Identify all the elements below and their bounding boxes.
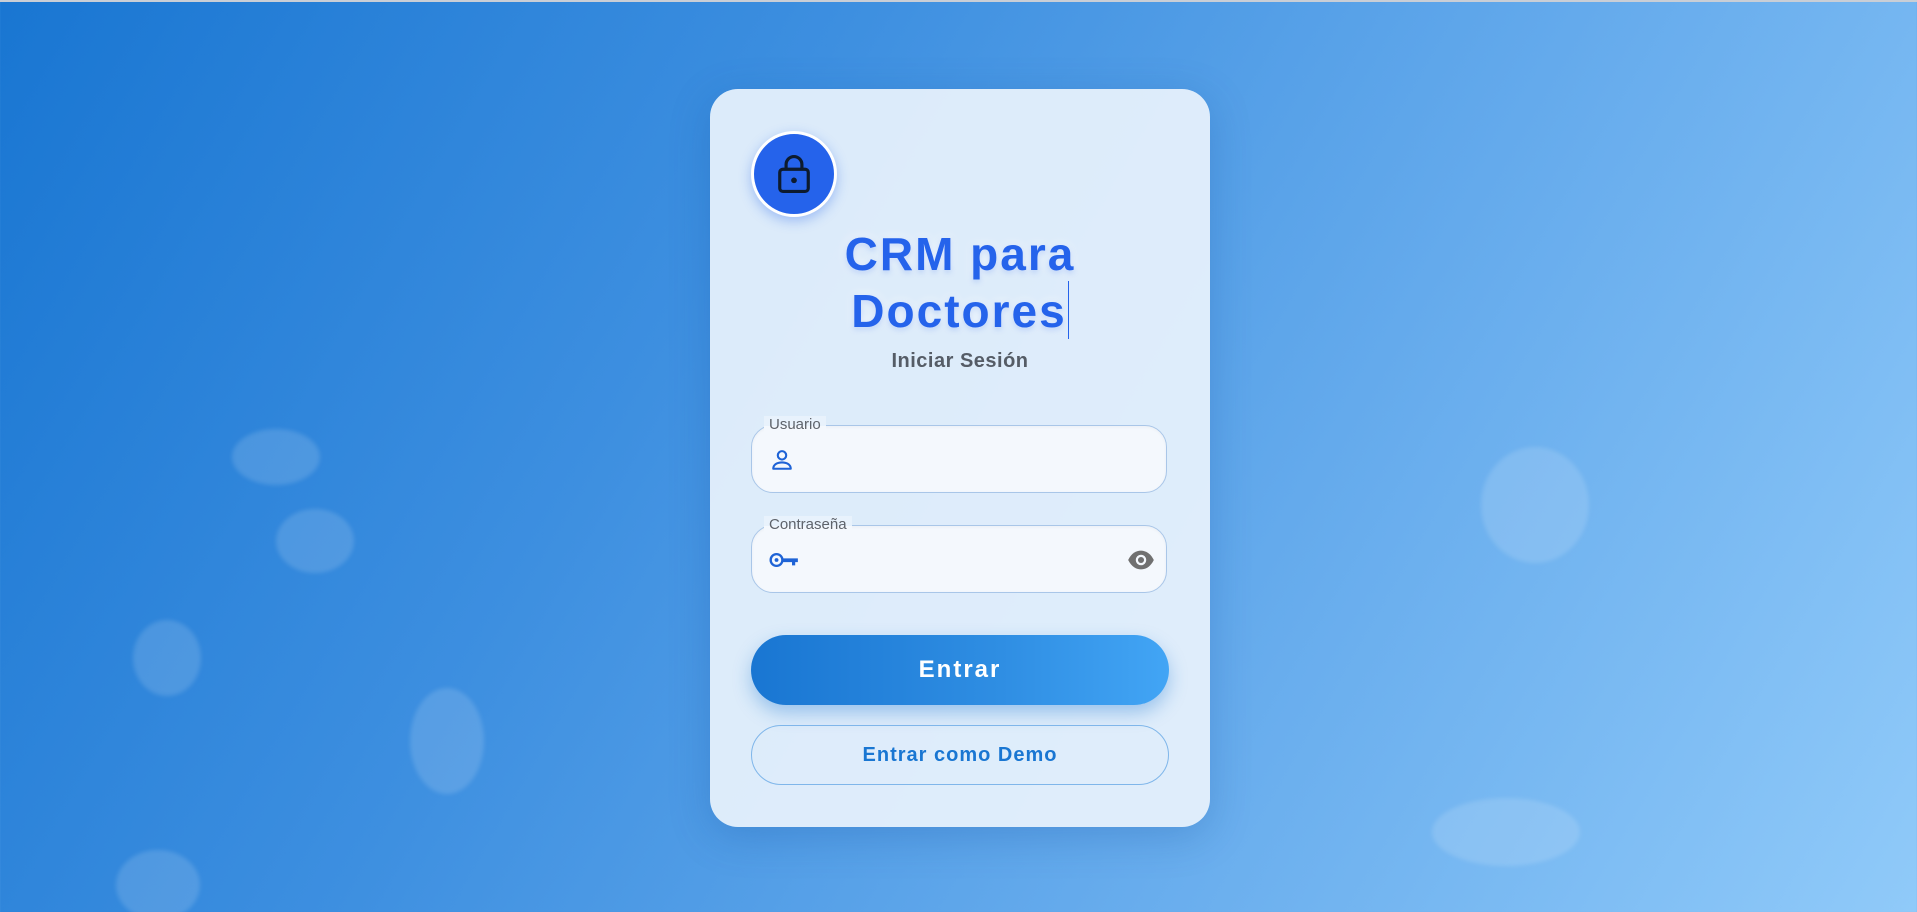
app-title: CRM para Doctores [710, 227, 1210, 339]
password-label: Contraseña [764, 516, 852, 534]
password-field[interactable]: Contraseña [751, 516, 1167, 593]
background-bubble [410, 688, 484, 794]
password-input[interactable] [810, 540, 1104, 582]
page-subtitle: Iniciar Sesión [891, 350, 1029, 372]
username-input[interactable] [810, 440, 1104, 482]
login-button[interactable]: Entrar [751, 635, 1169, 705]
typing-caret [1067, 281, 1069, 339]
background-bubble [133, 620, 201, 696]
lock-avatar [751, 131, 837, 217]
username-label: Usuario [764, 416, 826, 434]
person-icon [772, 450, 792, 470]
background-bubble [1432, 798, 1580, 866]
login-card: CRM para Doctores Iniciar Sesión Usuario… [710, 89, 1210, 827]
username-field[interactable]: Usuario [751, 416, 1167, 493]
background-bubble [116, 850, 200, 912]
eye-icon[interactable] [1126, 546, 1156, 574]
title-line-1: CRM para [844, 228, 1076, 280]
background-bubble [276, 509, 354, 573]
background-bubble [1481, 447, 1589, 563]
key-icon [769, 552, 798, 568]
demo-login-button[interactable]: Entrar como Demo [751, 725, 1169, 785]
background-bubble [232, 429, 320, 485]
lock-icon [778, 155, 810, 193]
title-line-2: Doctores [851, 285, 1067, 337]
top-border [0, 0, 1917, 2]
